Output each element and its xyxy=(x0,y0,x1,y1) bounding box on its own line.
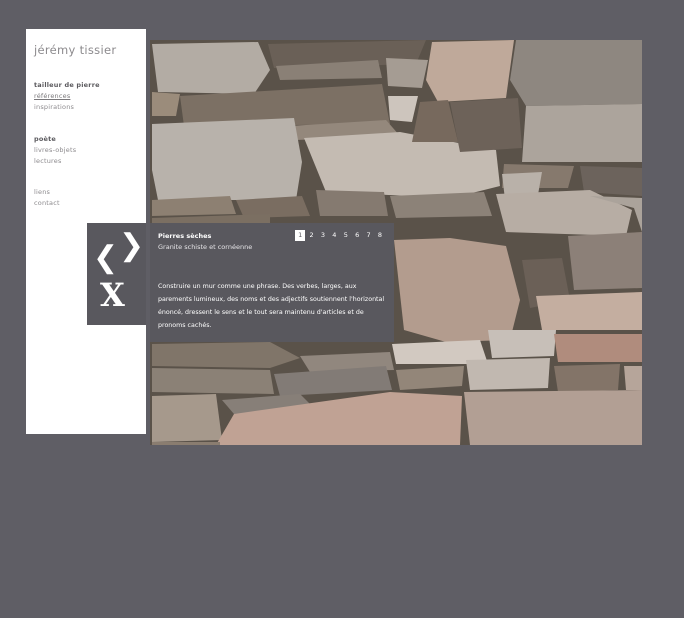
nav-item-lectures[interactable]: lectures xyxy=(34,156,76,167)
caption-subtitle: Granite schiste et cornéenne xyxy=(158,243,253,251)
nav-item-inspirations[interactable]: inspirations xyxy=(34,102,100,113)
page-link[interactable]: 5 xyxy=(341,230,351,241)
caption-body: Construire un mur comme une phrase. Des … xyxy=(158,283,385,329)
caption-panel: Pierres sèches Granite schiste et cornée… xyxy=(150,223,394,342)
nav-group-other: liens contact xyxy=(34,187,60,209)
image-pager: 1 2 3 4 5 6 7 8 xyxy=(295,230,385,241)
nav-item-livres-objets[interactable]: livres-objets xyxy=(34,145,76,156)
page-link[interactable]: 3 xyxy=(318,230,328,241)
nav-group-poet: poète livres-objets lectures xyxy=(34,134,76,167)
nav-heading-poet[interactable]: poète xyxy=(34,134,76,145)
next-arrow-icon[interactable]: ❯ xyxy=(119,231,144,261)
page-link[interactable]: 4 xyxy=(329,230,339,241)
page-link[interactable]: 7 xyxy=(363,230,373,241)
close-icon[interactable]: X xyxy=(100,279,125,311)
caption-title: Pierres sèches xyxy=(158,232,212,240)
site-title[interactable]: jérémy tissier xyxy=(34,43,116,57)
nav-heading-stonemason[interactable]: tailleur de pierre xyxy=(34,80,100,91)
nav-group-stone: tailleur de pierre références inspiratio… xyxy=(34,80,100,113)
page-link[interactable]: 6 xyxy=(352,230,362,241)
page-link[interactable]: 1 xyxy=(295,230,306,241)
page-link[interactable]: 2 xyxy=(306,230,316,241)
viewer-controls: ❮ ❯ X xyxy=(87,223,146,325)
previous-arrow-icon[interactable]: ❮ xyxy=(93,243,118,273)
nav-item-references[interactable]: références xyxy=(34,91,100,102)
nav-item-liens[interactable]: liens xyxy=(34,187,60,198)
page-link[interactable]: 8 xyxy=(375,230,385,241)
nav-item-contact[interactable]: contact xyxy=(34,198,60,209)
